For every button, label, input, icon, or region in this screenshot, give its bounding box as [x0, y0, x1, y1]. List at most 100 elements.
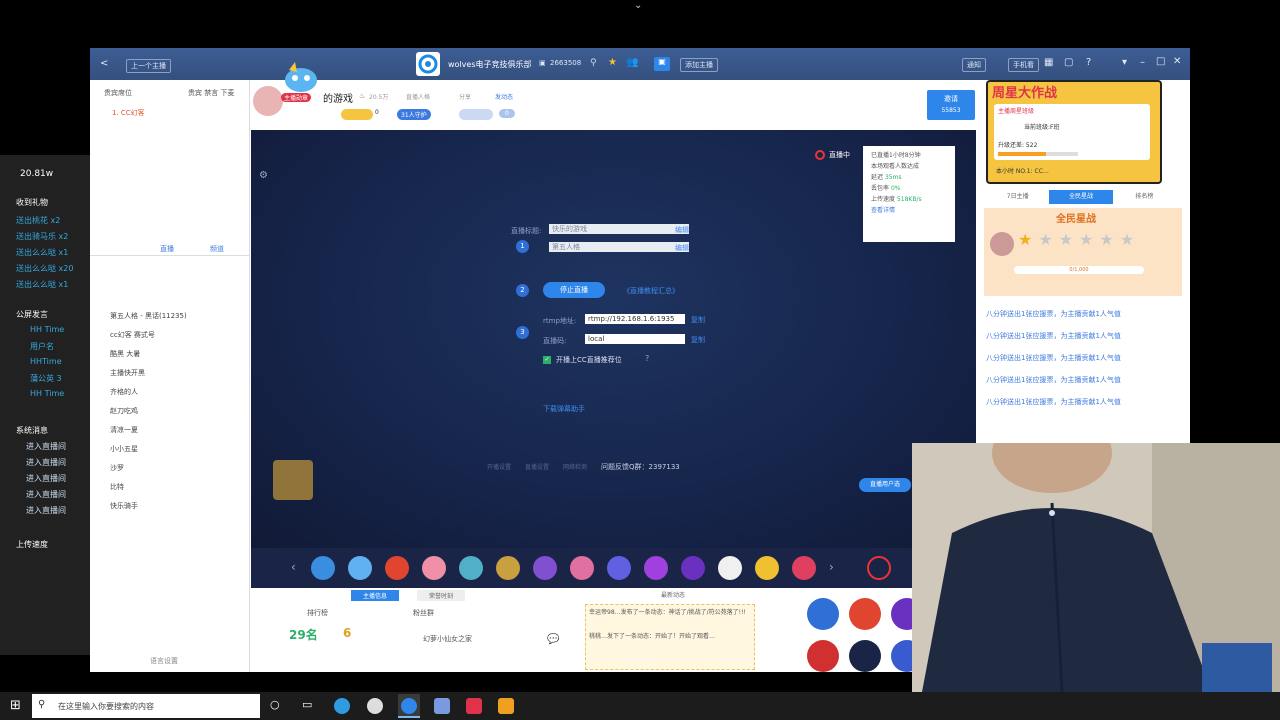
lottery-icon[interactable]	[849, 598, 881, 630]
tutorial-link[interactable]: 《直播教程汇总》	[623, 286, 679, 296]
gift-icon[interactable]	[422, 556, 446, 580]
event-sub: 主播周星班级	[998, 108, 1035, 115]
edge-icon[interactable]	[334, 698, 350, 714]
points-shop-icon[interactable]	[807, 598, 839, 630]
live-indicator: 直播中	[815, 150, 850, 160]
users-icon[interactable]: 👥	[626, 57, 638, 68]
fan-club-name[interactable]: 幻萝小仙女之家	[423, 634, 472, 644]
notify-button[interactable]: 通知	[962, 58, 986, 72]
overlay-line: 进入直播间	[26, 506, 66, 515]
gift-icon[interactable]	[496, 556, 520, 580]
minimize-icon[interactable]: –	[1140, 57, 1145, 68]
health-link[interactable]: 查看详情	[871, 205, 947, 216]
left-tab-vip[interactable]: 贵宾席位	[104, 88, 132, 98]
dynamic-link[interactable]: 发动态	[495, 92, 513, 101]
layout-icon[interactable]: ▢	[1064, 57, 1073, 68]
feed-item: 八分钟送出1张应援票，为主播贡献1人气值	[986, 354, 1121, 362]
prev-anchor-button[interactable]: 上一个主播	[126, 59, 171, 73]
obs-icon[interactable]	[367, 698, 383, 714]
netease-music-icon[interactable]	[466, 698, 482, 714]
phone-view-button[interactable]: 手机看	[1008, 58, 1039, 72]
language-setting[interactable]: 语言设置	[150, 656, 178, 666]
tab-ranking[interactable]: 排名榜	[1113, 190, 1176, 204]
upload-label: 上传速度	[16, 540, 48, 549]
gift-header: 收到礼物	[16, 198, 48, 207]
treasure-chest-icon[interactable]	[273, 460, 313, 500]
key-input[interactable]: local	[585, 334, 685, 344]
promo-button[interactable]: 直播用户选	[859, 478, 911, 492]
question-icon[interactable]: ?	[645, 354, 649, 363]
tab-7day[interactable]: 7日主播	[986, 190, 1049, 204]
gift-icon[interactable]	[607, 556, 631, 580]
guard-rank-icon[interactable]	[849, 640, 881, 672]
share-link[interactable]: 分享	[459, 92, 471, 101]
category-input[interactable]: 第五人格	[549, 242, 689, 252]
chat-bubble-icon[interactable]: 💬	[547, 634, 559, 645]
gift-icon[interactable]	[755, 556, 779, 580]
menu-icon[interactable]: ▾	[1122, 57, 1127, 68]
delay-label: 延迟	[871, 174, 884, 181]
download-link[interactable]: 下载弹幕助手	[543, 404, 585, 414]
star-icon[interactable]: ★	[608, 57, 617, 68]
dynamic-item[interactable]: 幸运帝98…发布了一条动态：神话了/挑战了/符公苑落了!!!	[589, 608, 751, 618]
edit-category-link[interactable]: 编辑	[675, 243, 689, 253]
gift-icon[interactable]	[459, 556, 483, 580]
recommend-checkbox[interactable]: ✓	[543, 356, 551, 364]
back-button[interactable]: <	[100, 58, 108, 69]
cc-taskbar-icon[interactable]	[398, 694, 420, 718]
gift-icon[interactable]	[792, 556, 816, 580]
footer-live-setting[interactable]: 直播设置	[525, 462, 549, 472]
app-icon[interactable]	[434, 698, 450, 714]
gift-icon[interactable]	[311, 556, 335, 580]
avatar[interactable]	[253, 86, 283, 116]
gift-icon[interactable]	[348, 556, 372, 580]
gift-icon[interactable]	[681, 556, 705, 580]
heat-count: 20.5万	[369, 94, 389, 101]
rank-seal-icon[interactable]	[867, 556, 891, 580]
windows-start-icon[interactable]: ⊞	[10, 698, 21, 713]
gift-icon[interactable]	[644, 556, 668, 580]
gift-icon[interactable]	[570, 556, 594, 580]
taskbar-search[interactable]: ⚲ 在这里输入你要搜索的内容	[32, 694, 260, 718]
help-icon[interactable]: ?	[1086, 57, 1091, 68]
vip-entry[interactable]: 1. CC幻客	[112, 108, 145, 118]
title-input[interactable]: 快乐的游戏	[549, 224, 689, 234]
footer-setting[interactable]: 开播设置	[487, 462, 511, 472]
dynamic-item[interactable]: 桃桃…发下了一条动态：开始了！开始了观看…	[589, 632, 751, 642]
edit-title-link[interactable]: 编辑	[675, 225, 689, 235]
copy-rtmp-link[interactable]: 复制	[691, 315, 705, 325]
invite-button[interactable]: 邀请 55853	[927, 90, 975, 120]
folder-icon[interactable]	[498, 698, 514, 714]
welfare-icon[interactable]	[807, 640, 839, 672]
left-tab-manage[interactable]: 贵宾 禁言 下麦	[188, 88, 234, 98]
cortana-icon[interactable]: ○	[270, 698, 280, 711]
stop-stream-button[interactable]: 停止直播	[543, 282, 605, 298]
close-icon[interactable]: ✕	[1173, 56, 1181, 67]
overlay-line: 送出么么哒 x1	[16, 248, 69, 257]
screen-icon[interactable]: ▣	[654, 57, 670, 71]
gift-icon[interactable]	[533, 556, 557, 580]
add-anchor-button[interactable]: 添加主播	[680, 58, 718, 72]
tab-anchor-info[interactable]: 主播信息	[351, 590, 400, 601]
footer-network[interactable]: 网络检测	[563, 462, 587, 472]
dynamic-feed: 幸运帝98…发布了一条动态：神话了/挑战了/符公苑落了!!! 桃桃…发下了一条动…	[585, 604, 755, 670]
tab-honor[interactable]: 荣誉时刻	[417, 590, 466, 601]
maximize-icon[interactable]: □	[1156, 56, 1165, 67]
gift-prev-icon[interactable]: ‹	[291, 560, 296, 574]
fans-badge[interactable]: 31人守护	[397, 109, 431, 120]
settings-icon[interactable]: ⚙	[259, 170, 268, 181]
grid-icon[interactable]: ▦	[1044, 57, 1053, 68]
rtmp-input[interactable]: rtmp://192.168.1.6:1935	[585, 314, 685, 324]
copy-key-link[interactable]: 复制	[691, 335, 705, 345]
overlay-line: 送出骑马乐 x2	[16, 232, 69, 241]
follow-link[interactable]: 直播人格	[406, 92, 430, 101]
task-view-icon[interactable]: ▭	[302, 698, 312, 711]
tab-star-war[interactable]: 全民星战	[1049, 190, 1113, 204]
pin-icon[interactable]: ⚲	[590, 58, 597, 68]
gift-next-icon[interactable]: ›	[829, 560, 834, 574]
room-title: wolves电子竞技俱乐部	[448, 60, 532, 69]
gift-icon[interactable]	[385, 556, 409, 580]
gift-icon[interactable]	[718, 556, 742, 580]
top-chevron-icon[interactable]: ⌄	[634, 0, 642, 11]
weekly-star-banner[interactable]: 周星大作战 主播周星班级 当前班级:F班 升级还差: 522 本小时 NO.1:…	[986, 80, 1162, 184]
